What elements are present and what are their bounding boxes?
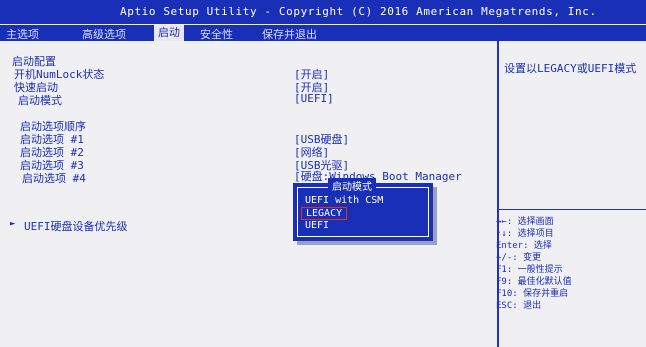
popup-option-legacy[interactable]: LEGACY bbox=[301, 207, 348, 220]
key-hint-esc: ESC: 退出 bbox=[496, 301, 542, 311]
tab-save-exit[interactable]: 保存并退出 bbox=[262, 26, 317, 42]
submenu-arrow-icon: ► bbox=[10, 219, 16, 229]
popup-option-uefi[interactable]: UEFI bbox=[305, 220, 329, 231]
app-title: Aptio Setup Utility - Copyright (C) 2016… bbox=[120, 5, 597, 18]
boot-option-4-label[interactable]: 启动选项 #4 bbox=[22, 170, 86, 186]
boot-option-4-value[interactable]: [硬盘:Windows Boot Manager bbox=[294, 168, 462, 184]
title-bar: Aptio Setup Utility - Copyright (C) 2016… bbox=[0, 0, 646, 24]
tab-advanced[interactable]: 高级选项 bbox=[82, 26, 126, 42]
help-divider bbox=[499, 209, 646, 210]
tab-boot[interactable]: 启动 bbox=[154, 25, 184, 41]
tab-security[interactable]: 安全性 bbox=[200, 26, 233, 42]
popup-title: 启动模式 bbox=[328, 178, 376, 193]
help-text: 设置以LEGACY或UEFI模式 bbox=[504, 62, 637, 75]
popup-option-uefi-csm[interactable]: UEFI with CSM bbox=[305, 195, 383, 206]
tab-main[interactable]: 主选项 bbox=[6, 26, 39, 42]
bootmode-label[interactable]: 启动模式 bbox=[18, 92, 62, 108]
bootmode-value[interactable]: [UEFI] bbox=[294, 92, 334, 105]
boot-mode-popup: 启动模式 UEFI with CSM LEGACY UEFI bbox=[293, 178, 433, 241]
uefi-priority-item[interactable]: UEFI硬盘设备优先级 bbox=[24, 218, 128, 234]
tab-bar: 主选项 高级选项 启动 安全性 保存并退出 bbox=[0, 25, 646, 41]
bios-screen: Aptio Setup Utility - Copyright (C) 2016… bbox=[0, 0, 646, 347]
